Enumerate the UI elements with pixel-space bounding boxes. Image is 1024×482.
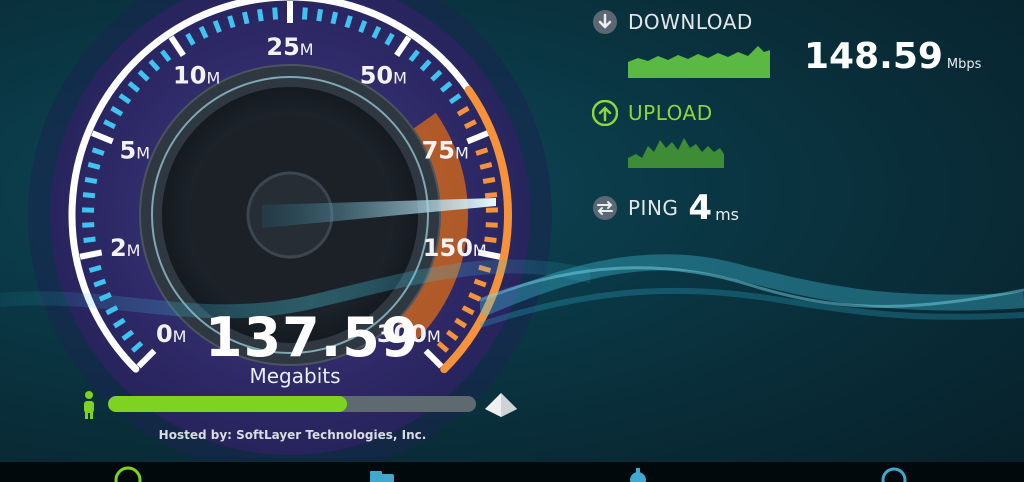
download-label: DOWNLOAD bbox=[628, 10, 753, 34]
gauge-dash bbox=[257, 8, 264, 22]
results-tab-icon[interactable] bbox=[366, 464, 398, 482]
upload-label: UPLOAD bbox=[628, 101, 713, 125]
current-speed-value: 137.59 bbox=[205, 306, 420, 369]
gauge-dash bbox=[330, 11, 339, 25]
ping-unit: ms bbox=[715, 204, 740, 224]
gauge-dash bbox=[87, 162, 101, 170]
gauge-dash bbox=[344, 15, 353, 29]
download-sparkline bbox=[628, 46, 770, 78]
gauge-dash bbox=[482, 176, 496, 184]
gauge-dash bbox=[316, 8, 323, 22]
info-tab-icon[interactable] bbox=[878, 464, 910, 482]
speed-tab-icon[interactable] bbox=[112, 464, 144, 482]
ping-label: PING bbox=[628, 196, 679, 220]
download-circle-icon bbox=[593, 10, 617, 34]
hosted-by-text: Hosted by: SoftLayer Technologies, Inc. bbox=[158, 428, 427, 442]
ping-value: 4 bbox=[688, 188, 713, 228]
upload-sparkline bbox=[628, 138, 724, 168]
upload-circle-icon bbox=[592, 100, 618, 126]
download-value-row: 148.59 Mbps bbox=[804, 36, 981, 77]
gauge-dash bbox=[83, 236, 96, 243]
gauge-dash bbox=[84, 176, 98, 184]
gauge-dash bbox=[82, 222, 95, 228]
current-speed-unit: Megabits bbox=[249, 364, 341, 388]
gauge-dash bbox=[82, 192, 96, 199]
test-progress-bar bbox=[108, 396, 476, 412]
person-icon bbox=[84, 391, 94, 419]
gauge-dash bbox=[484, 192, 498, 199]
download-value: 148.59 bbox=[804, 36, 943, 77]
settings-tab-icon[interactable] bbox=[622, 464, 654, 482]
test-progress-fill bbox=[108, 396, 348, 412]
bottom-tab-bar bbox=[0, 462, 1024, 482]
gauge-dash bbox=[301, 7, 308, 20]
server-pyramid-icon bbox=[485, 393, 517, 417]
upload-header: UPLOAD bbox=[592, 100, 713, 126]
data-wave-right bbox=[480, 254, 1024, 328]
gauge-dash bbox=[479, 162, 493, 170]
ping-arrows-icon bbox=[593, 196, 617, 220]
download-header: DOWNLOAD bbox=[592, 9, 753, 35]
gauge-dash bbox=[241, 11, 250, 25]
gauge-dash bbox=[272, 7, 279, 20]
gauge-dash bbox=[227, 15, 236, 29]
ping-row: PING 4 ms bbox=[592, 188, 739, 228]
gauge-dash bbox=[485, 222, 498, 228]
gauge-major-tick bbox=[79, 249, 103, 260]
download-unit: Mbps bbox=[946, 57, 982, 72]
gauge-dash bbox=[88, 264, 102, 273]
